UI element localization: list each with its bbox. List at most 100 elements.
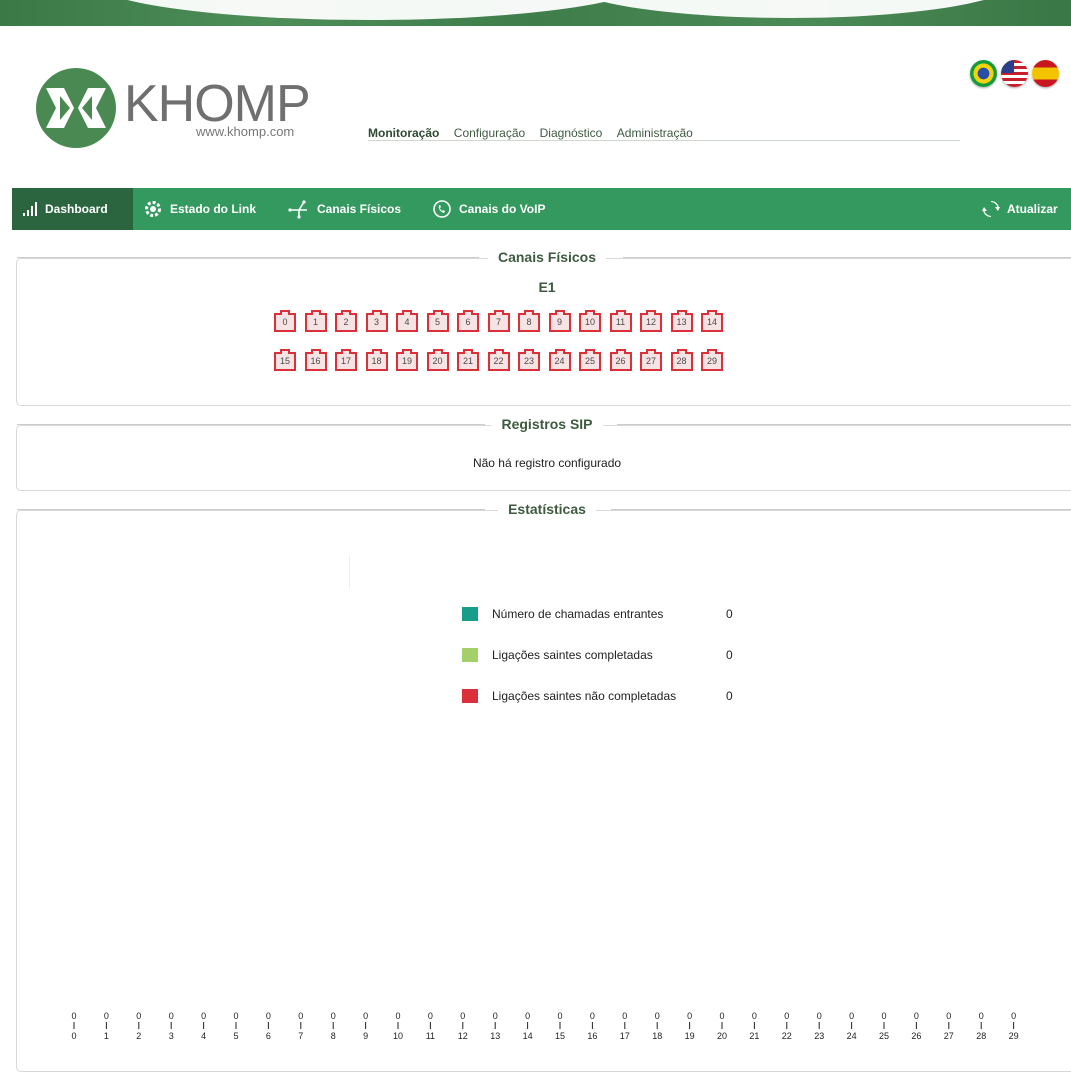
top-banner [0,0,1071,26]
brand-url: www.khomp.com [196,124,295,139]
channel-port-22[interactable]: 22 [487,349,510,371]
channel-port-7[interactable]: 7 [487,310,510,332]
tab-dashboard-label: Dashboard [45,202,108,216]
channel-port-25[interactable]: 25 [579,349,601,371]
chart-tick-label-9: 9 [363,1031,368,1041]
channel-port-27[interactable]: 27 [640,349,662,371]
network-branch-icon [288,199,310,219]
chart-data-label-13: 0 [493,1011,498,1021]
chart-tick-label-17: 17 [620,1031,630,1041]
tab-physical-channels[interactable]: Canais Físicos [288,188,401,230]
language-selector [970,60,1059,87]
channel-port-12[interactable]: 12 [640,310,662,332]
menu-monitoracao[interactable]: Monitoração [368,126,439,140]
statistics-chart: 0001020304050607080901001101201301401501… [71,1011,1018,1041]
brazil-flag-icon[interactable] [970,60,997,87]
chart-data-label-10: 0 [395,1011,400,1021]
channel-port-8[interactable]: 8 [518,310,540,332]
physical-channels-panel: Canais Físicos E1 0 1 2 3 4 5 6 7 8 9 10 11 12 13 14 1… [16,249,1071,406]
channel-port-2[interactable]: 2 [335,310,357,332]
chart-tick-label-10: 10 [393,1031,403,1041]
signal-bars-icon [22,202,38,216]
tab-physical-channels-label: Canais Físicos [317,202,402,216]
phone-circle-icon [432,199,452,219]
menu-administracao[interactable]: Administração [617,126,693,140]
channel-port-29[interactable]: 29 [701,349,723,371]
chart-data-label-15: 0 [557,1011,562,1021]
channel-port-14[interactable]: 14 [701,310,723,332]
channel-port-5[interactable]: 5 [426,310,449,332]
channel-port-9[interactable]: 9 [548,310,571,332]
chart-data-label-8: 0 [331,1011,336,1021]
sip-empty-message: Não há registro configurado [472,456,622,470]
chart-data-label-1: 0 [104,1011,109,1021]
chart-data-label-25: 0 [881,1011,886,1021]
statistics-panel: Estatísticas Número de chamadas entrante… [16,501,1071,1072]
chart-data-label-14: 0 [525,1011,530,1021]
chart-data-label-23: 0 [817,1011,822,1021]
chart-data-label-4: 0 [201,1011,206,1021]
chart-tick-label-5: 5 [233,1031,238,1041]
chart-tick-label-20: 20 [717,1031,727,1041]
chart-data-label-19: 0 [687,1011,692,1021]
chart-tick-label-8: 8 [331,1031,336,1041]
chart-data-label-3: 0 [169,1011,174,1021]
channel-port-28[interactable]: 28 [670,349,693,371]
tab-link-state[interactable]: Estado do Link [143,188,256,230]
gear-icon [143,199,163,219]
link-label-e1: E1 [538,279,556,295]
channel-port-17[interactable]: 17 [335,349,357,371]
tab-dashboard[interactable]: Dashboard [12,188,133,230]
channel-port-24[interactable]: 24 [548,349,571,371]
menu-diagnostico[interactable]: Diagnóstico [540,126,603,140]
sip-registrations-panel: Registros SIP Não há registro configurad… [16,416,1071,491]
channel-port-19[interactable]: 19 [396,349,418,371]
chart-data-label-26: 0 [914,1011,919,1021]
khomp-logo-icon [36,68,116,148]
chart-tick-label-15: 15 [555,1031,565,1041]
menu-configuracao[interactable]: Configuração [454,126,525,140]
channel-port-10[interactable]: 10 [579,310,601,332]
chart-tick-label-6: 6 [266,1031,271,1041]
channel-row-2: 15 16 17 18 19 20 21 22 23 24 25 26 27 28 29 [274,349,723,371]
channel-port-4[interactable]: 4 [396,310,418,332]
chart-tick-label-24: 24 [847,1031,857,1041]
spain-flag-icon[interactable] [1032,60,1059,87]
chart-tick-label-12: 12 [458,1031,468,1041]
channel-port-16[interactable]: 16 [304,349,327,371]
channel-port-1[interactable]: 1 [304,310,327,332]
channel-port-21[interactable]: 21 [457,349,479,371]
chart-tick-label-28: 28 [976,1031,986,1041]
channel-port-15[interactable]: 15 [274,349,296,371]
chart-data-label-20: 0 [719,1011,724,1021]
channel-port-20[interactable]: 20 [426,349,449,371]
refresh-button[interactable]: Atualizar [982,188,1058,230]
chart-data-label-29: 0 [1011,1011,1016,1021]
chart-data-label-17: 0 [622,1011,627,1021]
channel-port-26[interactable]: 26 [609,349,632,371]
chart-data-label-28: 0 [979,1011,984,1021]
channel-port-11[interactable]: 11 [609,310,632,332]
chart-data-label-24: 0 [849,1011,854,1021]
channel-port-6[interactable]: 6 [457,310,479,332]
chart-tick-label-2: 2 [136,1031,141,1041]
chart-tick-label-18: 18 [652,1031,662,1041]
tab-voip-channels[interactable]: Canais do VoIP [432,188,545,230]
chart-tick-label-16: 16 [587,1031,597,1041]
chart-tick-label-21: 21 [749,1031,759,1041]
sip-title: Registros SIP [491,416,603,432]
chart-data-label-6: 0 [266,1011,271,1021]
chart-tick-label-7: 7 [298,1031,303,1041]
chart-tick-label-11: 11 [426,1031,435,1041]
usa-flag-icon[interactable] [1001,60,1028,87]
channel-port-3[interactable]: 3 [365,310,388,332]
refresh-label: Atualizar [1007,202,1058,216]
channel-port-0[interactable]: 0 [274,310,296,332]
channel-port-18[interactable]: 18 [365,349,388,371]
channel-port-13[interactable]: 13 [670,310,693,332]
chart-tick-label-4: 4 [201,1031,206,1041]
physical-channels-title: Canais Físicos [487,249,607,265]
chart-tick-label-19: 19 [685,1031,695,1041]
channel-port-23[interactable]: 23 [518,349,540,371]
chart-tick-label-22: 22 [782,1031,792,1041]
